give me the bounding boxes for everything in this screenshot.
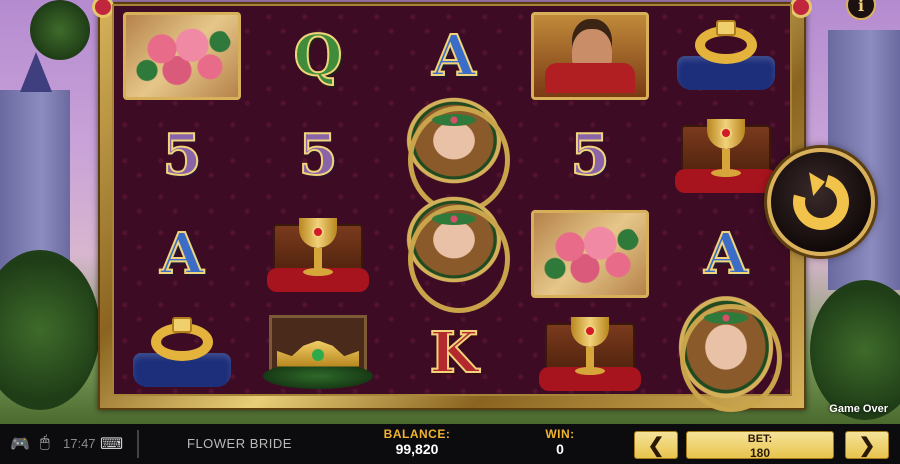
ace-symbol-text: A — [431, 22, 476, 89]
bride-icon — [666, 293, 786, 412]
info-icon: i — [857, 0, 865, 15]
reel-frame: 5 A Q 5 A K 5 A — [92, 0, 812, 412]
reel-area: 5 A Q 5 A K 5 A — [112, 4, 794, 412]
foliage-left — [0, 250, 100, 410]
symbol-roses — [522, 204, 658, 303]
five-symbol-text: 5 — [570, 121, 611, 188]
bet-display: BET: 180 — [686, 431, 834, 459]
queen-symbol-text: Q — [293, 22, 344, 89]
symbol-five: 5 — [522, 105, 658, 204]
symbol-five: 5 — [250, 105, 386, 204]
chalice-icon — [671, 113, 781, 197]
spin-arrow-icon — [782, 163, 860, 241]
frame-gem-top-left — [92, 0, 114, 18]
reel-1: 5 A — [114, 6, 250, 402]
foliage-right — [810, 280, 900, 420]
five-symbol-text: 5 — [162, 121, 203, 188]
game-title: FLOWER BRIDE — [187, 436, 292, 451]
roses-icon — [540, 217, 640, 290]
symbol-ring — [114, 303, 250, 402]
symbol-chalice — [522, 303, 658, 402]
symbol-ring — [658, 6, 794, 105]
chalice-icon — [263, 212, 373, 296]
symbol-king: K — [386, 303, 522, 402]
bet-label: BET: — [747, 433, 773, 445]
chalice-icon — [535, 311, 645, 395]
symbol-chalice — [250, 204, 386, 303]
clock: 17:47 — [63, 436, 96, 451]
ring-icon — [127, 313, 237, 393]
game-status-text: Game Over — [829, 403, 888, 415]
balance-display: BALANCE: 99,820 — [370, 427, 464, 457]
roses-icon — [132, 19, 232, 92]
bar-divider — [137, 430, 139, 458]
symbol-bride — [658, 293, 794, 412]
bride-icon — [394, 195, 514, 313]
bottom-bar: 🎮 🖱 17:47 ⌨ FLOWER BRIDE BALANCE: 99,820… — [0, 424, 900, 464]
win-label: WIN: — [545, 427, 575, 441]
foliage-top-left — [30, 0, 90, 60]
symbol-five: 5 — [114, 105, 250, 204]
symbol-crown — [250, 303, 386, 402]
king-portrait-icon — [531, 11, 649, 100]
win-value: 0 — [556, 441, 564, 457]
mouse-icon[interactable]: 🖱 — [40, 434, 50, 452]
crown-icon — [263, 311, 373, 395]
balance-value: 99,820 — [395, 441, 439, 457]
roses-tile — [123, 11, 241, 100]
keyboard-icon[interactable]: ⌨ — [100, 434, 123, 454]
reel-2: Q 5 — [250, 6, 386, 402]
roses-tile — [531, 209, 649, 298]
chevron-right-icon: ❯ — [858, 434, 876, 457]
win-display: WIN: 0 — [535, 427, 585, 457]
symbol-ace: A — [386, 6, 522, 105]
castle-roof-left — [20, 52, 52, 92]
symbol-ace: A — [114, 204, 250, 303]
symbol-king-portrait — [522, 6, 658, 105]
bet-increase-button[interactable]: ❯ — [845, 431, 889, 459]
bet-decrease-button[interactable]: ❮ — [634, 431, 678, 459]
reel-4: 5 — [522, 6, 658, 402]
chevron-left-icon: ❮ — [647, 434, 665, 457]
bride-icon — [394, 96, 514, 214]
reel-3: A K — [386, 6, 522, 402]
symbol-queen: Q — [250, 6, 386, 105]
balance-label: BALANCE: — [383, 427, 451, 441]
five-symbol-text: 5 — [298, 121, 339, 188]
ring-icon — [671, 16, 781, 96]
symbol-bride-stack — [386, 96, 522, 313]
king-symbol-text: K — [429, 319, 480, 386]
ace-symbol-text: A — [703, 220, 748, 287]
ace-symbol-text: A — [159, 220, 204, 287]
spin-button[interactable] — [767, 148, 875, 256]
symbol-roses — [114, 6, 250, 105]
gamepad-icon[interactable]: 🎮 — [10, 434, 30, 454]
bet-value: 180 — [749, 446, 771, 460]
